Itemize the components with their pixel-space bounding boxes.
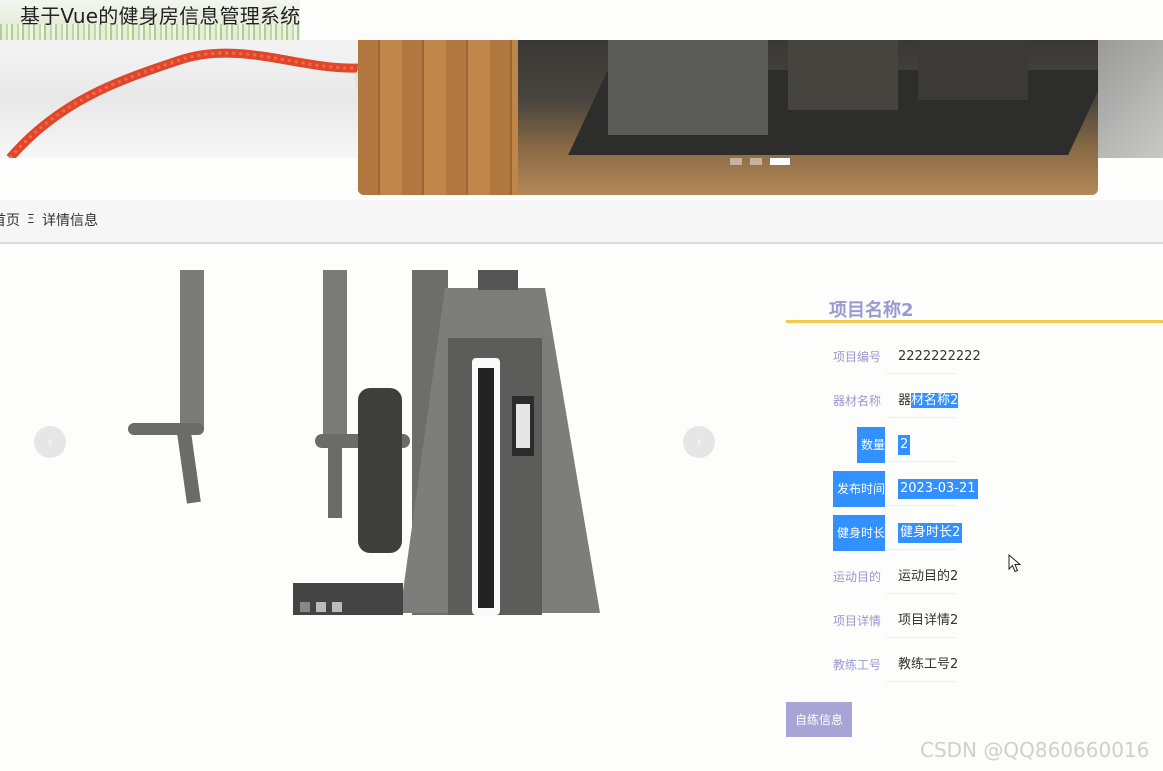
detail-row: 项目详情 项目详情2: [786, 603, 1026, 639]
detail-row: 教练工号 教练工号2: [786, 647, 1026, 683]
site-title: 基于Vue的健身房信息管理系统: [20, 4, 301, 28]
banner-slide-main[interactable]: [358, 40, 1098, 195]
gallery-prev-button[interactable]: ‹: [34, 426, 66, 458]
wood-wall-image: [358, 40, 518, 195]
row-divider: [886, 637, 956, 638]
detail-label: 健身时长: [833, 515, 885, 551]
row-divider: [886, 593, 956, 594]
gallery-dot-active[interactable]: [300, 602, 310, 612]
row-divider: [886, 417, 956, 418]
detail-row: 数量 2: [786, 427, 1026, 463]
gym-equipment-image: [128, 270, 600, 615]
gym-machine-image: [788, 40, 898, 110]
row-divider: [886, 461, 956, 462]
detail-label: 教练工号: [832, 658, 881, 672]
detail-row: 项目编号 2222222222: [786, 339, 1026, 375]
banner-slide-left: [0, 40, 358, 158]
detail-row: 器材名称 器材名称2: [786, 383, 1026, 419]
breadcrumb-separator-icon: Ξ: [27, 212, 35, 226]
detail-value: 2: [898, 435, 911, 455]
detail-label: 数量: [857, 427, 885, 463]
detail-value: 健身时长2: [898, 523, 963, 543]
gallery-dot[interactable]: [332, 602, 342, 612]
row-divider: [886, 373, 956, 374]
banner-dot[interactable]: [750, 158, 762, 165]
breadcrumb-current: 详情信息: [42, 213, 98, 229]
detail-row: 健身时长 健身时长2: [786, 515, 1026, 551]
banner-dot-active[interactable]: [770, 158, 790, 165]
detail-row: 发布时间 2023-03-21: [786, 471, 1026, 507]
title-zigzag-decoration: [786, 320, 1163, 332]
detail-label: 器材名称: [832, 394, 881, 408]
self-training-info-button[interactable]: 自练信息: [786, 702, 852, 737]
detail-value-selected: 材名称2: [911, 393, 959, 408]
detail-label: 项目详情: [832, 614, 881, 628]
product-gallery: ‹ ›: [0, 268, 740, 618]
detail-row: 运动目的 运动目的2: [786, 559, 1026, 595]
mouse-cursor-icon: [1008, 554, 1022, 573]
row-divider: [886, 549, 956, 550]
detail-value: 运动目的2: [898, 569, 959, 584]
gym-machine-image: [608, 40, 768, 135]
gym-machine-image: [918, 40, 1028, 100]
rope-image: [6, 48, 358, 158]
banner-indicators: [730, 158, 790, 165]
gallery-indicators: [300, 602, 342, 612]
banner-dot[interactable]: [730, 158, 742, 165]
gallery-dot[interactable]: [316, 602, 326, 612]
detail-value: 项目详情2: [898, 613, 959, 628]
breadcrumb: 首页 Ξ 详情信息: [0, 200, 1163, 244]
gallery-next-button[interactable]: ›: [683, 426, 715, 458]
detail-value: 器材名称2: [898, 393, 959, 408]
detail-label: 项目编号: [832, 350, 881, 364]
row-divider: [886, 681, 956, 682]
detail-title: 项目名称2: [829, 300, 914, 321]
detail-value: 2023-03-21: [898, 479, 978, 499]
banner-slide-right: [1098, 40, 1163, 158]
detail-label: 发布时间: [833, 471, 885, 507]
row-divider: [886, 505, 956, 506]
detail-label: 运动目的: [832, 570, 881, 584]
detail-value: 教练工号2: [898, 657, 959, 672]
detail-value: 2222222222: [898, 349, 981, 364]
breadcrumb-home[interactable]: 首页: [0, 210, 20, 230]
watermark: CSDN @QQ860660016: [920, 738, 1150, 762]
